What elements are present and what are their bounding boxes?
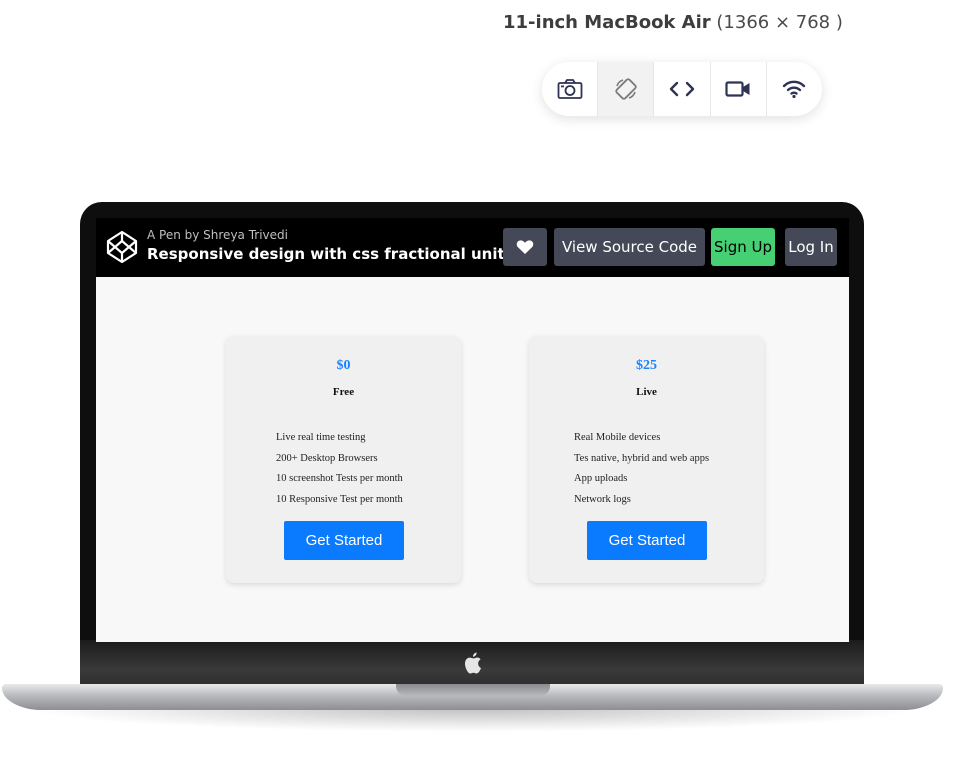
device-title: 11-inch MacBook Air (1366 × 768 )	[503, 12, 843, 33]
feature-item: Live real time testing	[276, 432, 366, 443]
signup-button[interactable]: Sign Up	[711, 228, 775, 266]
view-source-button[interactable]: View Source Code	[554, 228, 705, 266]
feature-item: 10 Responsive Test per month	[276, 494, 403, 506]
like-button[interactable]	[503, 228, 547, 266]
pen-title: Responsive design with css fractional un…	[147, 245, 514, 263]
network-button[interactable]	[767, 62, 822, 116]
plan-price: $0	[336, 358, 351, 373]
record-video-button[interactable]	[711, 62, 767, 116]
pricing-card-live: $25 Live Real Mobile devices Tes native,…	[529, 336, 764, 583]
heart-icon	[516, 240, 534, 254]
laptop-notch	[396, 684, 550, 696]
plan-name: Live	[636, 386, 657, 398]
get-started-button[interactable]: Get Started	[284, 521, 404, 560]
device-name: 11-inch MacBook Air	[503, 12, 711, 33]
codepen-logo-icon[interactable]	[105, 230, 139, 264]
apple-logo-icon	[465, 652, 481, 674]
laptop-shadow	[20, 708, 925, 732]
plan-price: $25	[636, 358, 657, 373]
feature-item: Network logs	[574, 494, 631, 506]
feature-item: Tes native, hybrid and web apps	[574, 452, 710, 464]
rotate-button[interactable]	[598, 62, 655, 116]
screenshot-button[interactable]	[542, 62, 599, 116]
rotate-icon	[615, 78, 637, 100]
code-icon	[669, 81, 695, 97]
plan-name: Free	[332, 386, 355, 398]
get-started-button[interactable]: Get Started	[587, 521, 707, 560]
video-icon	[725, 81, 750, 97]
pen-author[interactable]: A Pen by Shreya Trivedi	[147, 228, 288, 242]
feature-item: Real Mobile devices	[574, 432, 661, 443]
code-button[interactable]	[654, 62, 711, 116]
codepen-header: A Pen by Shreya Trivedi Responsive desig…	[96, 218, 849, 277]
wifi-icon	[783, 80, 806, 99]
feature-list: Real Mobile devices Tes native, hybrid a…	[574, 428, 709, 511]
camera-icon	[557, 79, 582, 99]
feature-item: App uploads	[574, 473, 628, 485]
feature-item: 10 screenshot Tests per month	[276, 473, 403, 485]
login-button[interactable]: Log In	[785, 228, 837, 266]
device-toolbar	[542, 62, 822, 116]
feature-list: Live real time testing 200+ Desktop Brow…	[276, 428, 403, 511]
pricing-card-free: $0 Free Live real time testing 200+ Desk…	[226, 336, 461, 583]
device-resolution: (1366 × 768 )	[716, 12, 843, 33]
laptop-screen: A Pen by Shreya Trivedi Responsive desig…	[96, 218, 849, 642]
feature-item: 200+ Desktop Browsers	[276, 452, 378, 464]
